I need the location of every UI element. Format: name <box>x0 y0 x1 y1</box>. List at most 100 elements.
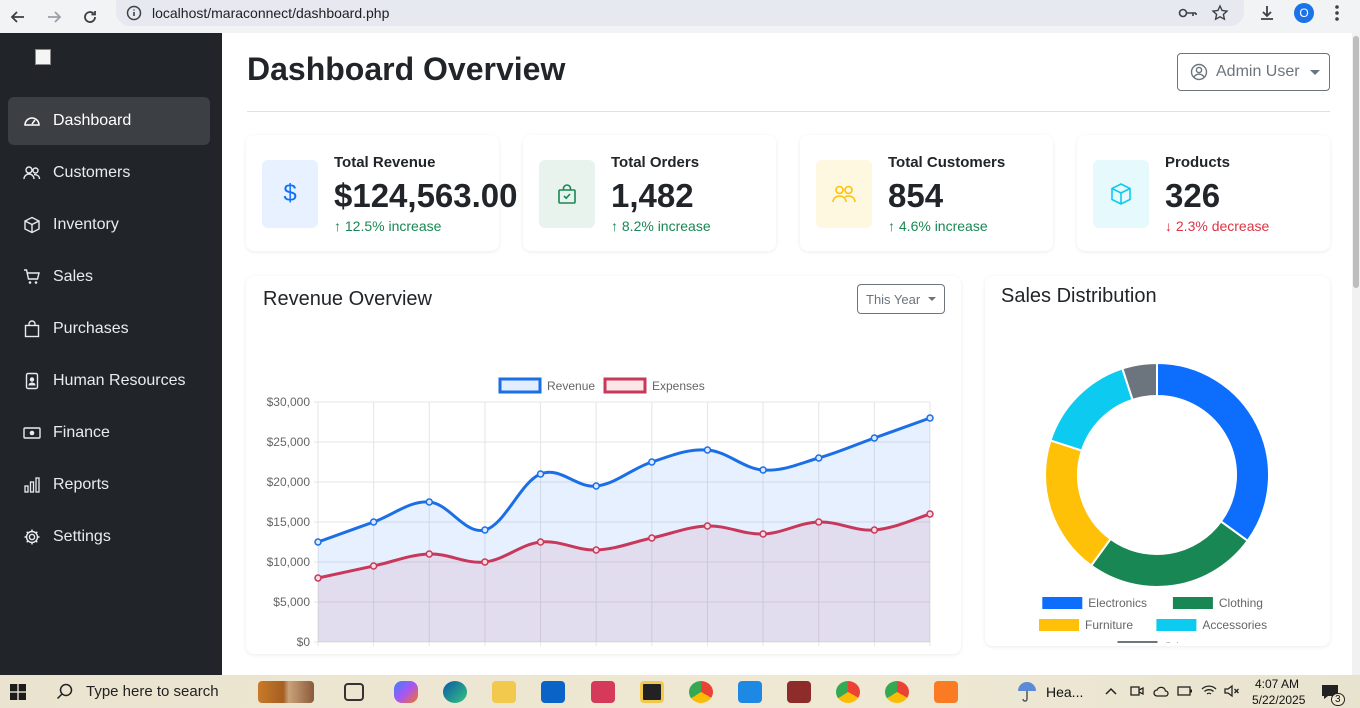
legend-label[interactable]: Revenue <box>547 379 595 393</box>
meet-icon[interactable] <box>1130 684 1144 698</box>
file-explorer-icon[interactable] <box>492 681 516 703</box>
period-select-label: This Year <box>866 291 921 307</box>
data-point-expenses[interactable] <box>481 558 489 566</box>
data-point-expenses[interactable] <box>703 522 712 530</box>
legend-swatch-furniture[interactable] <box>1039 619 1079 631</box>
legend-swatch-clothing[interactable] <box>1172 597 1213 609</box>
sidebar-item-finance[interactable]: Finance <box>8 409 210 457</box>
task-view-icon[interactable] <box>344 683 364 701</box>
sidebar-item-sales[interactable]: Sales <box>8 253 210 301</box>
sidebar-item-purchases[interactable]: Purchases <box>8 305 210 353</box>
sidebar-item-settings[interactable]: Settings <box>8 513 210 561</box>
legend-label[interactable]: Other <box>1164 640 1194 643</box>
weather-umbrella-icon[interactable] <box>1016 682 1038 702</box>
legend-label[interactable]: Furniture <box>1085 618 1133 632</box>
donut-slice-accessories[interactable] <box>1049 367 1134 452</box>
stat-label: Total Revenue <box>334 154 436 171</box>
legend-label[interactable]: Electronics <box>1088 596 1147 610</box>
bookmark-star-icon[interactable] <box>1211 0 1229 26</box>
url-text[interactable]: localhost/maraconnect/dashboard.php <box>152 5 389 21</box>
chrome-active-icon[interactable] <box>836 681 860 703</box>
password-key-icon[interactable] <box>1178 0 1198 26</box>
sidebar-item-dashboard[interactable]: Dashboard <box>8 97 210 145</box>
data-point-revenue[interactable] <box>314 538 322 546</box>
vscode-icon[interactable] <box>738 681 762 703</box>
data-point-expenses[interactable] <box>536 538 545 546</box>
data-point-revenue[interactable] <box>648 458 656 466</box>
period-select-button[interactable]: This Year <box>857 284 945 314</box>
sidebar-item-reports[interactable]: Reports <box>8 461 210 509</box>
data-point-expenses[interactable] <box>369 562 378 570</box>
profile-avatar[interactable]: O <box>1294 0 1314 26</box>
y-tick-label: $30,000 <box>267 395 311 409</box>
onedrive-cloud-icon[interactable] <box>1153 685 1169 697</box>
wifi-icon[interactable] <box>1201 684 1217 698</box>
xampp-icon[interactable] <box>934 681 958 703</box>
donut-slice-clothing[interactable] <box>1089 520 1250 588</box>
legend-swatch-electronics[interactable] <box>1042 597 1083 609</box>
sidebar-item-inventory[interactable]: Inventory <box>8 201 210 249</box>
data-point-expenses[interactable] <box>814 518 823 526</box>
info-icon[interactable] <box>126 5 142 21</box>
data-point-revenue[interactable] <box>536 470 545 478</box>
legend-swatch-revenue[interactable] <box>498 377 542 394</box>
donut-slice-furniture[interactable] <box>1044 439 1112 568</box>
back-button[interactable] <box>0 0 36 33</box>
chevron-down-icon <box>928 297 937 301</box>
sidebar-item-customers[interactable]: Customers <box>8 149 210 197</box>
clock-date[interactable]: 5/22/2025 <box>1252 693 1305 707</box>
weather-label[interactable]: Hea... <box>1046 684 1083 700</box>
data-point-revenue[interactable] <box>703 446 712 454</box>
taskbar-search[interactable]: Type here to search <box>44 675 250 708</box>
outlook-icon[interactable] <box>541 681 565 703</box>
sidebar-item-human-resources[interactable]: Human Resources <box>8 357 210 405</box>
more-menu-icon[interactable] <box>1334 0 1340 26</box>
data-point-expenses[interactable] <box>314 574 322 582</box>
volume-muted-icon[interactable] <box>1224 684 1240 698</box>
donut-slice-electronics[interactable] <box>1156 361 1270 543</box>
data-point-expenses[interactable] <box>926 510 934 518</box>
stat-value: 326 <box>1165 177 1221 214</box>
sidebar-item-label: Human Resources <box>53 372 186 389</box>
stat-change: ↑ 12.5% increase <box>334 218 442 234</box>
data-point-revenue[interactable] <box>814 454 823 462</box>
copilot-icon[interactable] <box>394 681 418 703</box>
windows-start-icon[interactable] <box>10 684 26 700</box>
legend-label[interactable]: Clothing <box>1219 596 1263 610</box>
address-bar[interactable]: localhost/maraconnect/dashboard.php <box>116 0 1244 26</box>
legend-swatch-other[interactable] <box>1117 641 1158 643</box>
data-point-expenses[interactable] <box>425 550 434 558</box>
music-app-icon[interactable] <box>591 681 615 703</box>
data-point-revenue[interactable] <box>926 414 934 422</box>
chrome-profile-icon[interactable] <box>689 681 713 703</box>
chrome-dev-icon[interactable] <box>885 681 909 703</box>
clock-time[interactable]: 4:07 AM <box>1255 677 1299 691</box>
reload-button[interactable] <box>72 0 108 33</box>
data-point-revenue[interactable] <box>369 518 378 526</box>
user-menu-button[interactable]: Admin User <box>1177 53 1330 91</box>
download-icon[interactable] <box>1258 0 1276 26</box>
legend-swatch-expenses[interactable] <box>603 377 647 394</box>
legend-label[interactable]: Accessories <box>1202 618 1267 632</box>
data-point-expenses[interactable] <box>648 534 656 542</box>
data-point-revenue[interactable] <box>592 482 600 490</box>
chevron-up-icon[interactable] <box>1105 687 1117 695</box>
shopping-bag-icon <box>558 184 576 204</box>
data-point-revenue[interactable] <box>870 434 879 442</box>
legend-swatch-accessories[interactable] <box>1156 619 1197 631</box>
winrar-icon[interactable] <box>787 681 811 703</box>
forward-button[interactable] <box>36 0 72 33</box>
data-point-revenue[interactable] <box>759 466 767 474</box>
data-point-expenses[interactable] <box>759 530 767 538</box>
data-point-revenue[interactable] <box>425 498 434 506</box>
sidebar-item-label: Sales <box>53 268 94 285</box>
data-point-expenses[interactable] <box>592 546 600 554</box>
data-point-expenses[interactable] <box>870 526 879 534</box>
battery-icon[interactable] <box>1177 685 1193 697</box>
sticky-notes-icon[interactable] <box>640 681 664 703</box>
books-widget-icon[interactable] <box>258 681 314 703</box>
data-point-revenue[interactable] <box>481 526 489 534</box>
edge-icon[interactable] <box>443 681 467 703</box>
legend-label[interactable]: Expenses <box>652 379 705 393</box>
scrollbar-thumb[interactable] <box>1353 36 1359 288</box>
